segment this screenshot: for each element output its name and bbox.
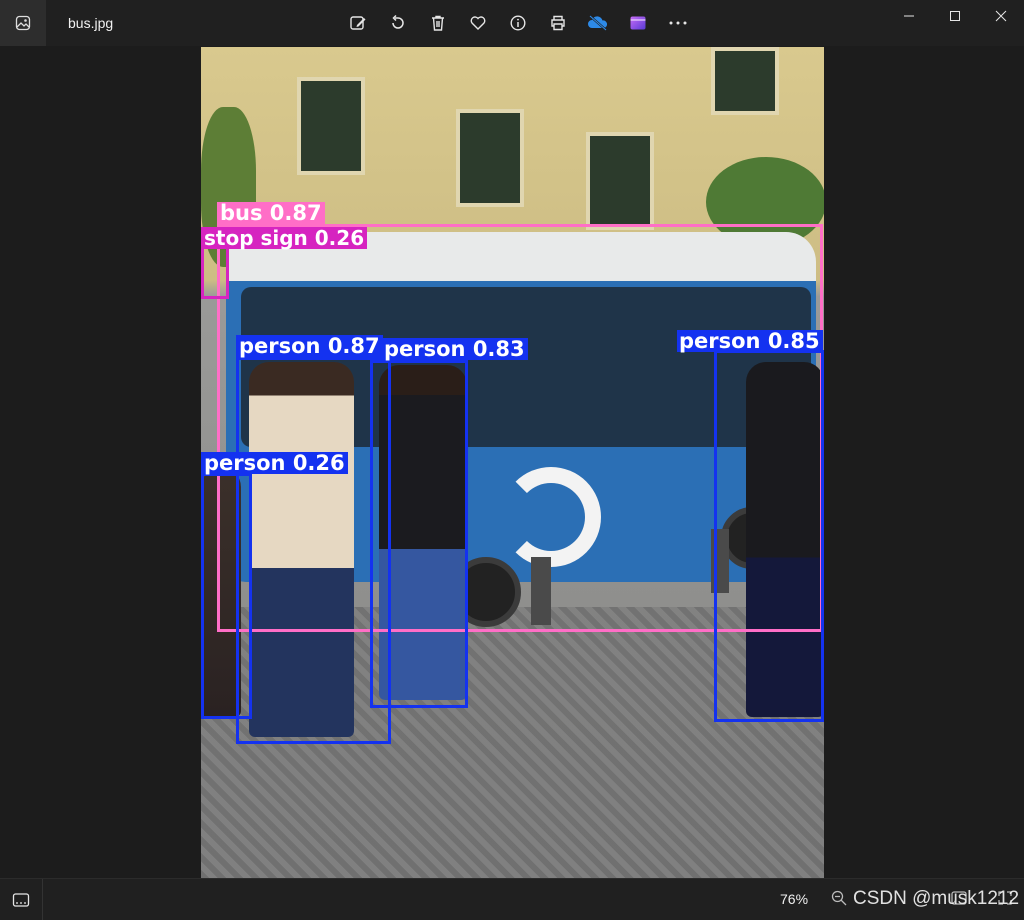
image-toolbar: [338, 11, 698, 35]
title-bar: bus.jpg: [0, 0, 1024, 46]
person-detection-box: person 0.26: [201, 452, 348, 719]
delete-icon[interactable]: [418, 11, 458, 35]
person-detection-box: person 0.83: [370, 338, 528, 708]
clipchamp-icon[interactable]: [618, 11, 658, 35]
person-detection-label: person 0.83: [381, 338, 528, 360]
more-icon[interactable]: [658, 11, 698, 35]
building-window: [586, 132, 654, 230]
person-detection-box: person 0.85: [677, 330, 824, 722]
person-detection-label: person 0.87: [236, 335, 383, 357]
filmstrip-toggle-icon[interactable]: [0, 879, 43, 920]
image-canvas[interactable]: bus 0.87 stop sign 0.26 person 0.87 pers…: [0, 46, 1024, 878]
print-icon[interactable]: [538, 11, 578, 35]
person-detection-label: person 0.26: [201, 452, 348, 474]
zoom-out-icon[interactable]: [830, 889, 848, 912]
rotate-icon[interactable]: [378, 11, 418, 35]
edit-image-icon[interactable]: [338, 11, 378, 35]
file-name: bus.jpg: [68, 15, 114, 31]
close-icon[interactable]: [978, 0, 1024, 32]
person-detection-label: person 0.85: [677, 330, 823, 352]
photos-app-icon[interactable]: [0, 0, 46, 46]
info-icon[interactable]: [498, 11, 538, 35]
status-bar: 76% CSDN @musk1212: [0, 878, 1024, 920]
watermark-text: CSDN @musk1212: [853, 888, 1020, 909]
maximize-icon[interactable]: [932, 0, 978, 32]
minimize-icon[interactable]: [886, 0, 932, 32]
zoom-level[interactable]: 76%: [780, 891, 808, 907]
favorite-heart-icon[interactable]: [458, 11, 498, 35]
onedrive-cloud-icon[interactable]: [578, 11, 618, 35]
building-window: [297, 77, 365, 175]
stop-sign-detection-label: stop sign 0.26: [201, 227, 368, 249]
stop-sign-detection-box: stop sign 0.26: [201, 227, 368, 299]
building-window: [456, 109, 524, 207]
person-detection-box: person 0.87: [236, 335, 391, 744]
bus-detection-label: bus 0.87: [217, 202, 325, 224]
building-window: [711, 47, 779, 115]
